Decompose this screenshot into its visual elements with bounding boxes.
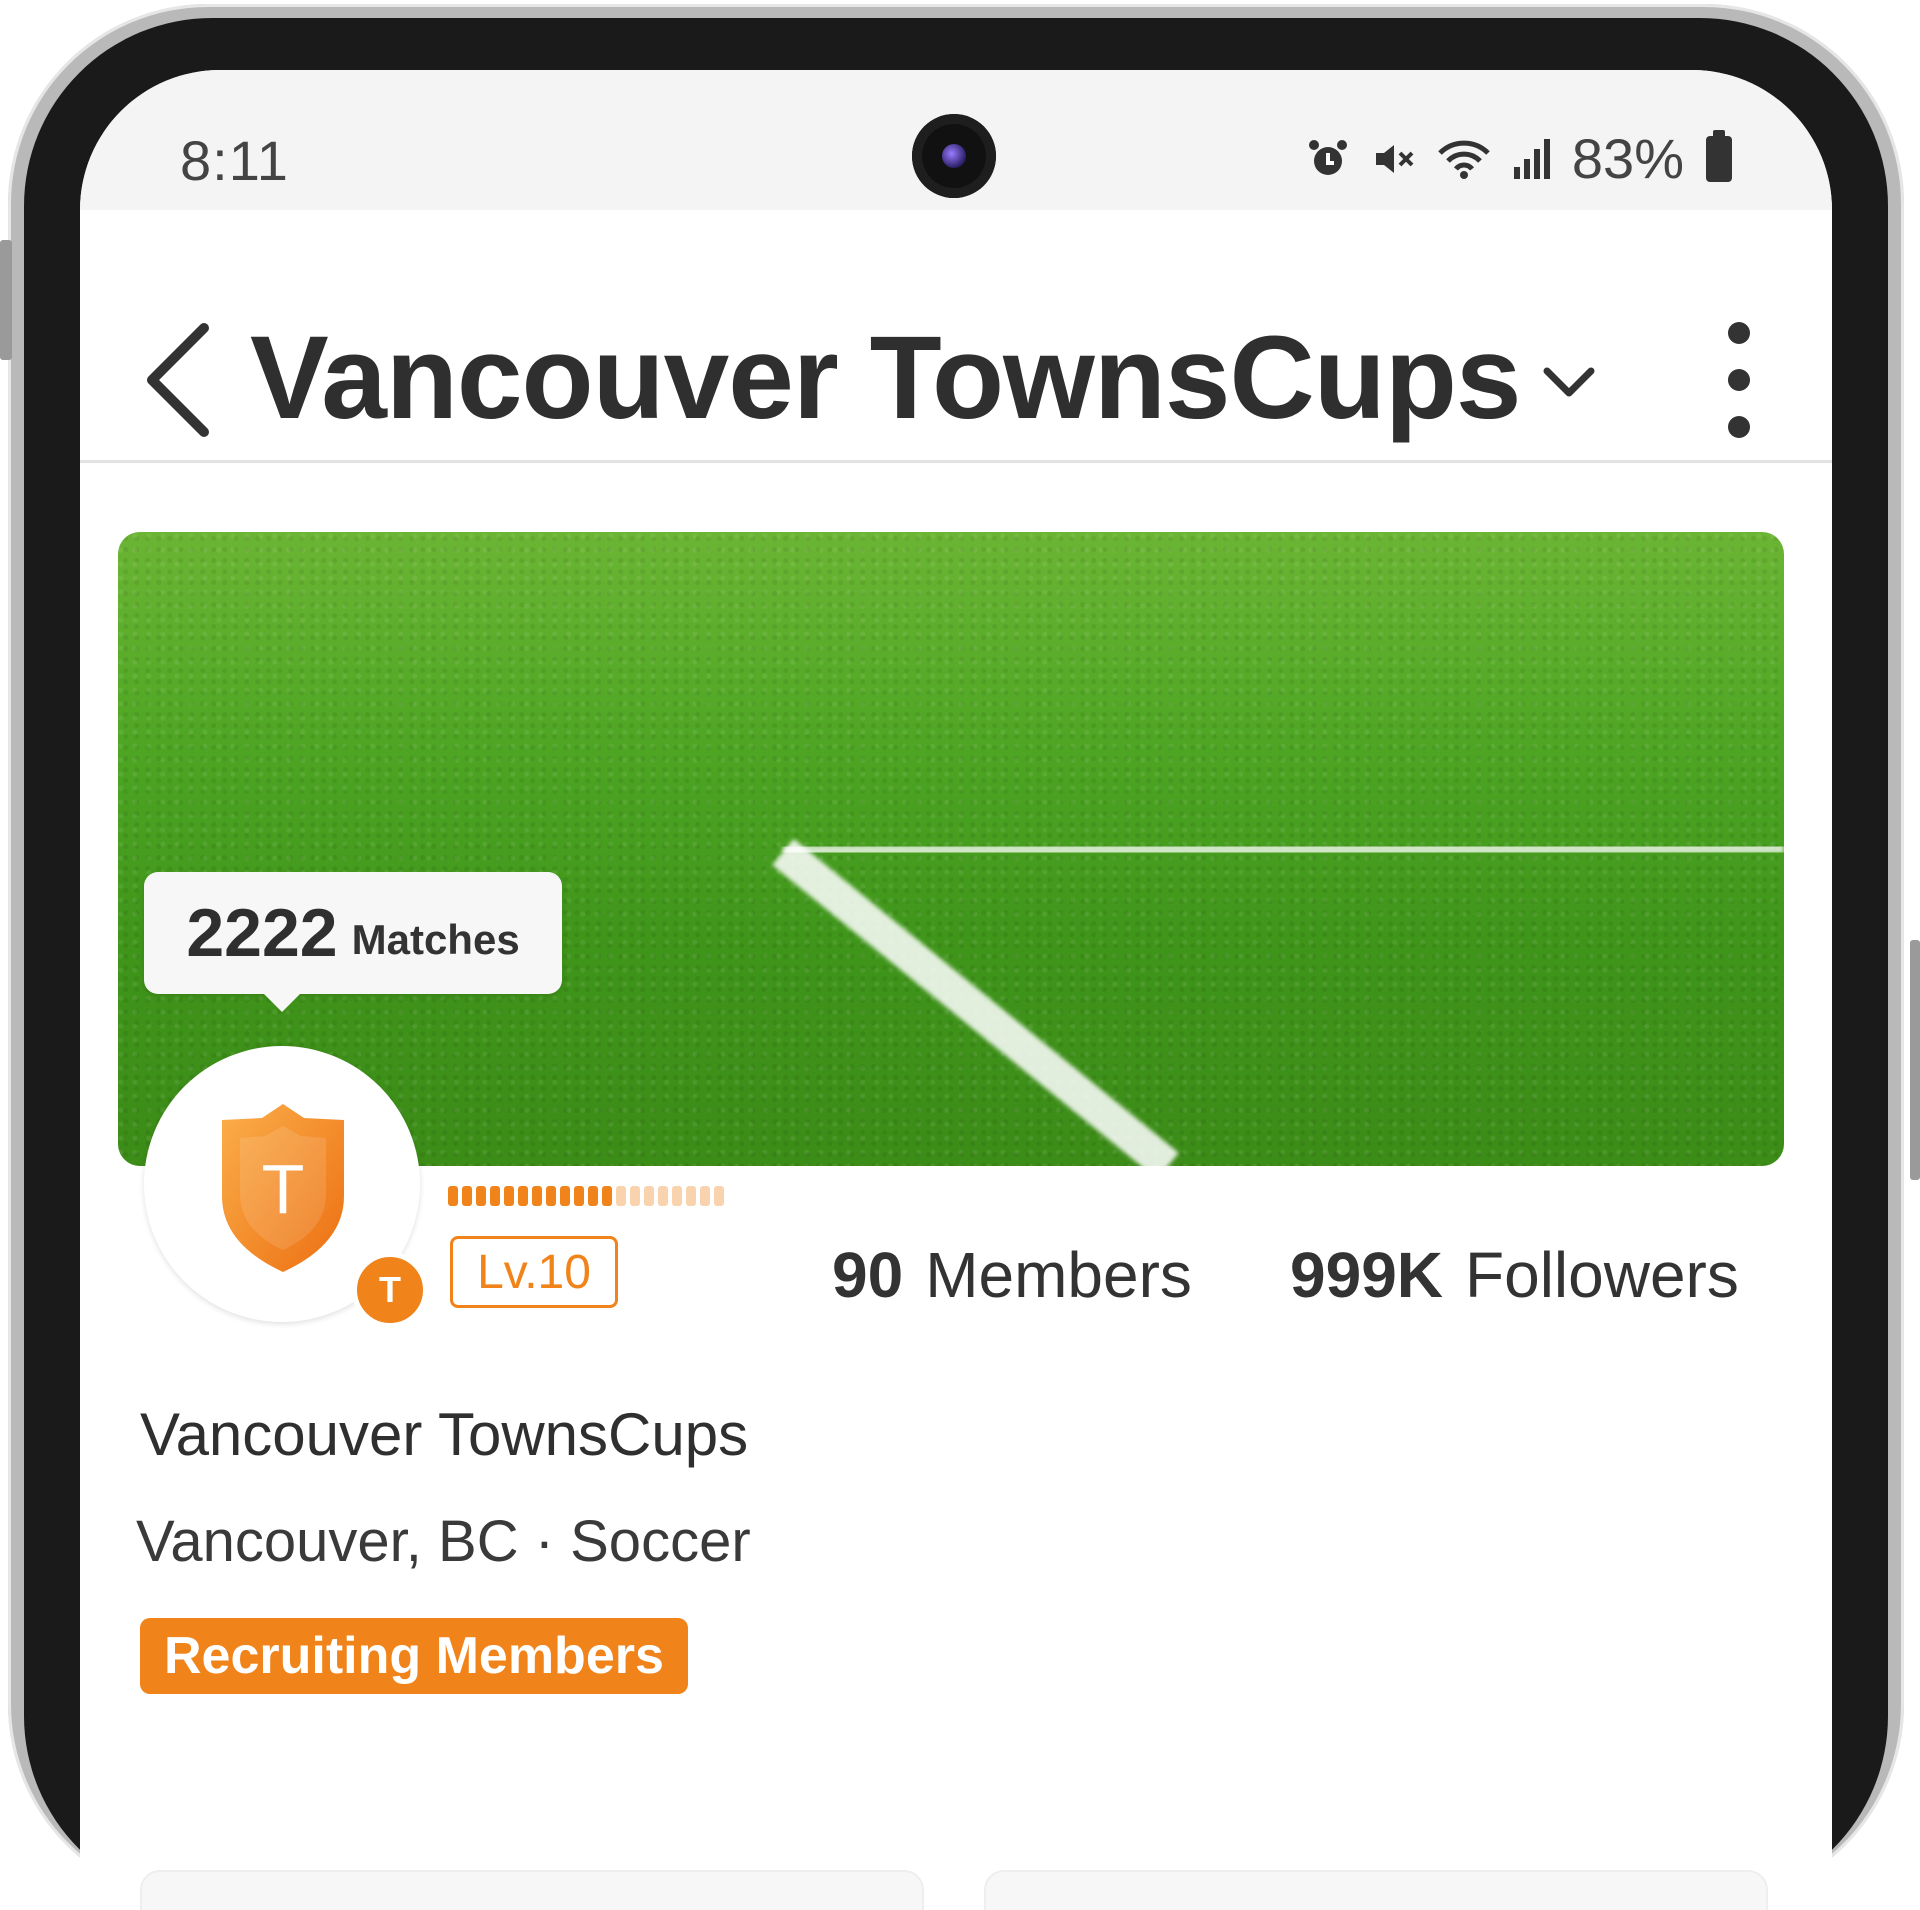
followers-count: 999K <box>1290 1239 1443 1311</box>
side-button <box>1910 940 1920 1180</box>
level-progress-segment <box>462 1186 472 1206</box>
alarm-icon <box>1308 139 1347 175</box>
members-label: Members <box>925 1239 1192 1311</box>
level-progress-segment <box>532 1186 542 1206</box>
level-progress-segment <box>602 1186 612 1206</box>
mute-icon <box>1375 144 1414 173</box>
level-progress-segment <box>448 1186 458 1206</box>
level-progress-segment <box>504 1186 514 1206</box>
battery-icon <box>1706 129 1732 182</box>
level-progress-segment <box>630 1186 640 1206</box>
status-bar: 8:11 83% <box>80 70 1832 210</box>
level-progress-segment <box>476 1186 486 1206</box>
status-icons: 83% <box>1304 126 1732 191</box>
shield-icon: T <box>222 1104 344 1272</box>
app-screen: 8:11 83% Vancouver TownsCups 2222 Matche… <box>80 70 1832 1910</box>
info-card-left[interactable] <box>140 1870 924 1910</box>
level-progress-segment <box>658 1186 668 1206</box>
battery-percentage: 83% <box>1571 127 1684 190</box>
followers-label: Followers <box>1465 1239 1739 1311</box>
volume-button <box>0 240 12 360</box>
team-location-sport: Vancouver, BC · Soccer <box>136 1509 751 1574</box>
wifi-icon <box>1438 140 1490 179</box>
members-stat[interactable]: 90 Members <box>832 1238 1192 1312</box>
matches-label: Matches <box>351 916 520 963</box>
level-progress-segment <box>700 1186 710 1206</box>
level-progress-segment <box>588 1186 598 1206</box>
level-progress-segment <box>490 1186 500 1206</box>
matches-tooltip: 2222 Matches <box>144 872 562 1012</box>
followers-stat[interactable]: 999K Followers <box>1290 1238 1739 1312</box>
info-card-right[interactable] <box>984 1870 1768 1910</box>
level-progress-segment <box>672 1186 682 1206</box>
level-progress-segment <box>518 1186 528 1206</box>
matches-count: 2222 <box>186 895 338 971</box>
level-progress-segment <box>644 1186 654 1206</box>
level-progress-segment <box>546 1186 556 1206</box>
level-progress-bar <box>448 1186 724 1206</box>
team-name: Vancouver TownsCups <box>140 1401 749 1468</box>
level-badge: Lv.10 <box>450 1236 618 1308</box>
team-sub-badge: T <box>352 1252 428 1328</box>
back-arrow-icon[interactable] <box>140 320 220 440</box>
status-time: 8:11 <box>180 129 289 192</box>
level-progress-segment <box>686 1186 696 1206</box>
title-dropdown[interactable]: Vancouver TownsCups <box>250 310 1597 446</box>
avatar-letter: T <box>262 1150 305 1228</box>
members-count: 90 <box>832 1239 904 1311</box>
app-header: Vancouver TownsCups <box>80 210 1832 463</box>
recruiting-badge[interactable]: Recruiting Members <box>140 1618 688 1694</box>
field-line-marking <box>772 838 1784 1166</box>
level-progress-segment <box>616 1186 626 1206</box>
level-progress-segment <box>574 1186 584 1206</box>
signal-icon <box>1513 138 1550 179</box>
level-progress-segment <box>560 1186 570 1206</box>
level-progress-segment <box>714 1186 724 1206</box>
chevron-down-icon <box>1543 367 1595 397</box>
more-vertical-icon[interactable] <box>1724 322 1754 442</box>
team-banner-image <box>118 532 1784 1166</box>
page-title: Vancouver TownsCups <box>250 312 1522 444</box>
front-camera <box>912 114 996 198</box>
